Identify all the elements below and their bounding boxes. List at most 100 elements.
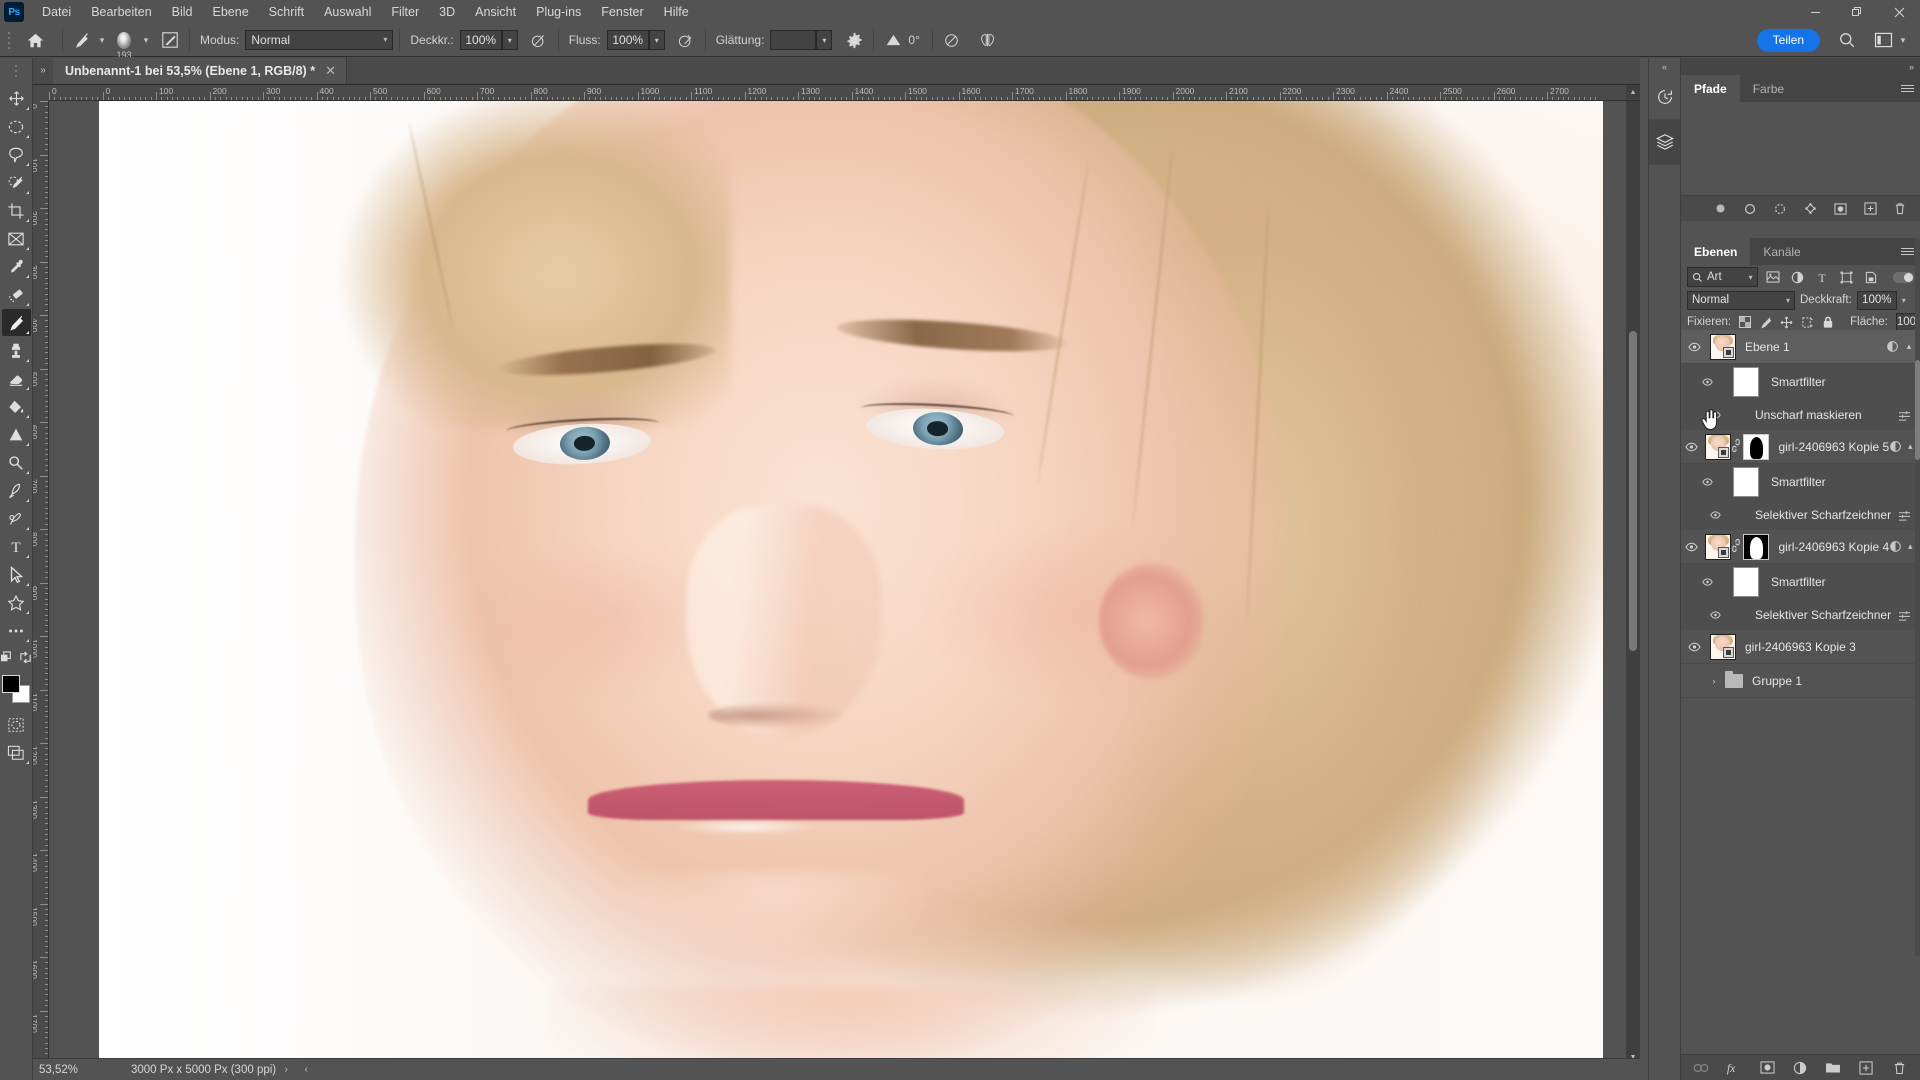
layer-style-fx-icon[interactable]: fx — [1726, 1060, 1742, 1076]
smart-filter-mask-thumbnail[interactable] — [1733, 467, 1759, 497]
smoothing-input[interactable] — [770, 30, 817, 50]
menu-schrift[interactable]: Schrift — [259, 0, 314, 24]
history-panel-button[interactable] — [1649, 75, 1680, 120]
status-prev-icon[interactable]: ‹ — [296, 1064, 316, 1075]
move-tool[interactable] — [2, 85, 31, 112]
layer-mask-thumbnail[interactable] — [1743, 433, 1770, 460]
share-button[interactable]: Teilen — [1756, 28, 1820, 52]
gear-icon[interactable] — [841, 27, 867, 53]
layer-visibility-toggle[interactable] — [1681, 542, 1702, 552]
smart-filter-visibility-toggle[interactable] — [1681, 478, 1733, 486]
smart-filter-visibility-toggle[interactable] — [1681, 578, 1733, 586]
horizontal-type-tool[interactable]: T — [2, 533, 31, 560]
layer-mask-thumbnail[interactable] — [1743, 533, 1770, 560]
symmetry-butterfly-icon[interactable] — [975, 27, 1001, 53]
edit-toolbar-icon[interactable] — [0, 650, 15, 668]
layer-thumbnail[interactable] — [1710, 633, 1736, 660]
maximize-button[interactable] — [1836, 0, 1878, 24]
filter-enable-toggle[interactable] — [1892, 271, 1915, 283]
swap-colors-icon[interactable] — [19, 651, 32, 667]
smart-filter-item-visibility-toggle[interactable] — [1681, 411, 1749, 419]
quick-selection-tool[interactable] — [2, 169, 31, 196]
group-expand-icon[interactable]: › — [1707, 676, 1721, 686]
crop-tool[interactable] — [2, 197, 31, 224]
layer-row[interactable]: girl-2406963 Kopie 3 — [1681, 630, 1920, 664]
lock-position-icon[interactable] — [1780, 315, 1793, 330]
smart-filter-item-row[interactable]: Unscharf maskieren — [1681, 400, 1920, 430]
minimize-button[interactable] — [1794, 0, 1836, 24]
layer-row[interactable]: Ebene 1 ▴ — [1681, 330, 1920, 364]
color-swatches[interactable] — [2, 675, 30, 703]
expand-panels-icon[interactable]: » — [1909, 62, 1914, 72]
opacity-input[interactable]: 100% — [459, 30, 502, 50]
smart-filter-group-row[interactable]: Smartfilter — [1681, 464, 1920, 500]
add-mask-icon[interactable] — [1832, 201, 1848, 217]
mask-link-icon[interactable] — [1731, 438, 1741, 455]
menu-3d[interactable]: 3D — [429, 0, 465, 24]
collapse-panels-icon[interactable]: « — [1648, 58, 1681, 75]
lock-image-icon[interactable] — [1759, 315, 1772, 330]
menu-datei[interactable]: Datei — [32, 0, 81, 24]
layer-visibility-toggle[interactable] — [1681, 642, 1707, 652]
tab-kanaele[interactable]: Kanäle — [1750, 238, 1814, 265]
new-adjustment-layer-icon[interactable] — [1792, 1060, 1808, 1076]
close-button[interactable] — [1878, 0, 1920, 24]
canvas-vertical-scrollbar[interactable] — [1626, 101, 1640, 1050]
pen-tool[interactable] — [2, 477, 31, 504]
scrollbar-thumb[interactable] — [1915, 360, 1920, 460]
layer-visibility-toggle[interactable] — [1681, 442, 1702, 452]
filter-pixel-icon[interactable] — [1764, 268, 1783, 287]
blend-mode-select[interactable]: Normal ▾ — [245, 30, 394, 50]
search-icon[interactable] — [1834, 27, 1860, 53]
frame-tool[interactable] — [2, 225, 31, 252]
menu-ansicht[interactable]: Ansicht — [465, 0, 526, 24]
eyedropper-tool[interactable] — [2, 253, 31, 280]
paths-list[interactable] — [1681, 102, 1920, 195]
layer-kind-select[interactable]: Art ▾ — [1687, 267, 1758, 287]
lock-artboard-icon[interactable] — [1801, 315, 1814, 330]
pressure-opacity-icon[interactable] — [526, 27, 552, 53]
filter-settings-icon[interactable] — [1896, 410, 1912, 421]
stroke-path-icon[interactable] — [1742, 201, 1758, 217]
layer-opacity-input[interactable]: 100% — [1856, 290, 1897, 310]
menu-bearbeiten[interactable]: Bearbeiten — [81, 0, 161, 24]
scrollbar-thumb[interactable] — [1629, 331, 1637, 651]
tab-farbe[interactable]: Farbe — [1739, 75, 1798, 102]
layer-row[interactable]: girl-2406963 Kopie 4 ▴ — [1681, 530, 1920, 564]
opacity-caret-icon[interactable]: ▾ — [1902, 296, 1906, 305]
fill-path-icon[interactable] — [1712, 201, 1728, 217]
angle-icon[interactable] — [880, 27, 906, 53]
layer-row[interactable]: girl-2406963 Kopie 5 ▴ — [1681, 430, 1920, 464]
tabstrip-expand-icon[interactable]: » — [33, 57, 53, 84]
lock-transparency-icon[interactable] — [1739, 315, 1752, 330]
smoothing-caret-icon[interactable]: ▾ — [816, 30, 833, 50]
workspace-caret-icon[interactable]: ▾ — [1896, 30, 1910, 50]
flow-caret-icon[interactable]: ▾ — [648, 30, 665, 50]
smart-filter-item-visibility-toggle[interactable] — [1681, 611, 1749, 619]
quick-mask-icon[interactable] — [2, 711, 31, 738]
filter-settings-icon[interactable] — [1896, 610, 1912, 621]
menu-filter[interactable]: Filter — [381, 0, 429, 24]
menu-plug-ins[interactable]: Plug-ins — [526, 0, 591, 24]
layer-thumbnail[interactable] — [1705, 433, 1732, 460]
delete-layer-icon[interactable] — [1891, 1060, 1907, 1076]
menu-ebene[interactable]: Ebene — [203, 0, 259, 24]
home-icon[interactable] — [22, 27, 48, 53]
smart-filter-indicator-icon[interactable] — [1889, 540, 1902, 553]
link-layers-icon[interactable] — [1693, 1060, 1709, 1076]
brush-size-caret-icon[interactable]: ▾ — [139, 30, 153, 50]
hamburger-menu-icon[interactable] — [1894, 75, 1920, 102]
foreground-color-swatch[interactable] — [2, 675, 20, 693]
flow-input[interactable]: 100% — [606, 30, 649, 50]
layers-panel-button[interactable] — [1649, 120, 1680, 165]
clone-stamp-tool[interactable] — [2, 337, 31, 364]
filter-smartobject-icon[interactable] — [1862, 268, 1881, 287]
document-tab[interactable]: Unbenannt-1 bei 53,5% (Ebene 1, RGB/8) *… — [53, 57, 347, 84]
smart-filter-mask-thumbnail[interactable] — [1733, 567, 1759, 597]
filter-type-icon[interactable]: T — [1813, 268, 1832, 287]
screen-mode-icon[interactable] — [2, 739, 31, 766]
blur-tool[interactable] — [2, 421, 31, 448]
artboard[interactable] — [99, 101, 1603, 1064]
delete-path-icon[interactable] — [1892, 201, 1908, 217]
vertical-ruler[interactable]: 0 100 200 300 400 500 600 700 800 900 1000 1100 1200… — [33, 101, 49, 1080]
